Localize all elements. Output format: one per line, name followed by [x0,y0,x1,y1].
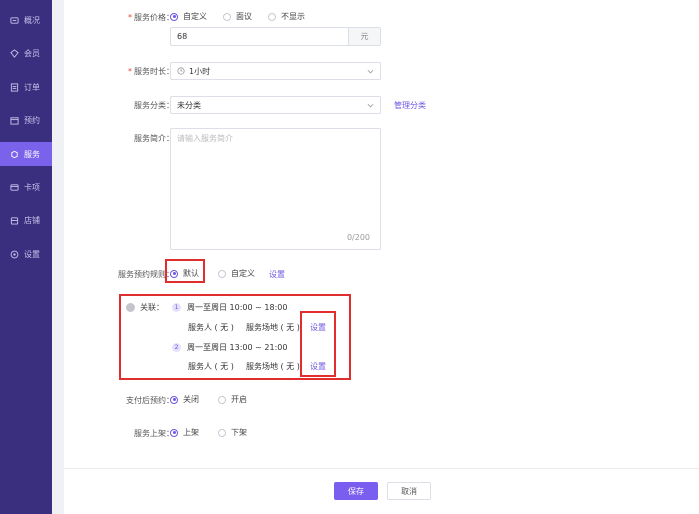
sidebar-item-booking[interactable]: 预约 [0,108,52,132]
order-icon [9,82,19,92]
main-content: * 服务价格： 自定义 面议 不显示 68 元 * 服务时长： 1小时 服务分类： … [64,0,699,514]
footer-divider [64,468,699,469]
category-label: 服务分类： [134,101,174,110]
chevron-down-icon [367,102,374,111]
settings-icon [9,249,19,259]
highlight-box-settings [300,311,336,377]
booking-rule-custom[interactable]: 自定义 [218,268,255,279]
sidebar: 概况 会员 订单 预约 服务 卡项 店铺 设置 [0,0,52,514]
price-option-custom[interactable]: 自定义 [170,11,207,22]
pay-after-label: 支付后预约： [126,396,174,405]
listing-label: 服务上架： [134,429,174,438]
clock-icon [177,67,185,75]
pay-after-on[interactable]: 开启 [218,394,247,405]
listing-off[interactable]: 下架 [218,427,247,438]
booking-rule-label: 服务预约规则： [118,270,174,279]
price-unit: 元 [348,28,380,45]
price-option-hidden[interactable]: 不显示 [268,11,305,22]
intro-label: 服务简介： [134,134,174,143]
duration-label: * 服务时长： [128,67,174,76]
booking-rule-settings-link[interactable]: 设置 [269,269,285,280]
sidebar-item-overview[interactable]: 概况 [0,8,52,32]
booking-icon [9,115,19,125]
price-label: * 服务价格： [128,13,174,22]
sidebar-item-label: 设置 [24,249,40,259]
sidebar-item-store[interactable]: 店铺 [0,208,52,232]
sidebar-item-member[interactable]: 会员 [0,41,52,65]
overview-icon [9,15,19,25]
card-icon [9,182,19,192]
price-options: 自定义 面议 不显示 [170,11,305,22]
save-button[interactable]: 保存 [334,482,378,500]
member-icon [9,48,19,58]
price-option-negotiable[interactable]: 面议 [223,11,252,22]
highlight-box-default [165,259,205,283]
sidebar-item-label: 卡项 [24,182,40,192]
duration-select[interactable]: 1小时 [170,62,381,80]
sidebar-item-settings[interactable]: 设置 [0,242,52,266]
price-input-group: 68 元 [170,27,381,46]
sidebar-item-card[interactable]: 卡项 [0,175,52,199]
intro-counter: 0/200 [346,233,370,242]
manage-category-link[interactable]: 管理分类 [394,100,426,111]
sidebar-item-label: 店铺 [24,215,40,225]
price-input[interactable]: 68 [171,28,348,45]
pay-after-off[interactable]: 关闭 [170,394,199,405]
store-icon [9,215,19,225]
chevron-down-icon [367,68,374,77]
service-icon [9,149,19,159]
sidebar-item-order[interactable]: 订单 [0,75,52,99]
listing-on[interactable]: 上架 [170,427,199,438]
intro-textarea[interactable]: 请输入服务简介 0/200 [170,128,381,250]
sidebar-item-label: 概况 [24,15,40,25]
sidebar-item-label: 服务 [24,149,40,159]
cancel-button[interactable]: 取消 [387,482,431,500]
sidebar-item-label: 预约 [24,115,40,125]
sidebar-item-label: 订单 [24,82,40,92]
category-select[interactable]: 未分类 [170,96,381,114]
sidebar-item-label: 会员 [24,48,40,58]
intro-placeholder: 请输入服务简介 [177,134,233,143]
sidebar-item-service[interactable]: 服务 [0,142,52,166]
